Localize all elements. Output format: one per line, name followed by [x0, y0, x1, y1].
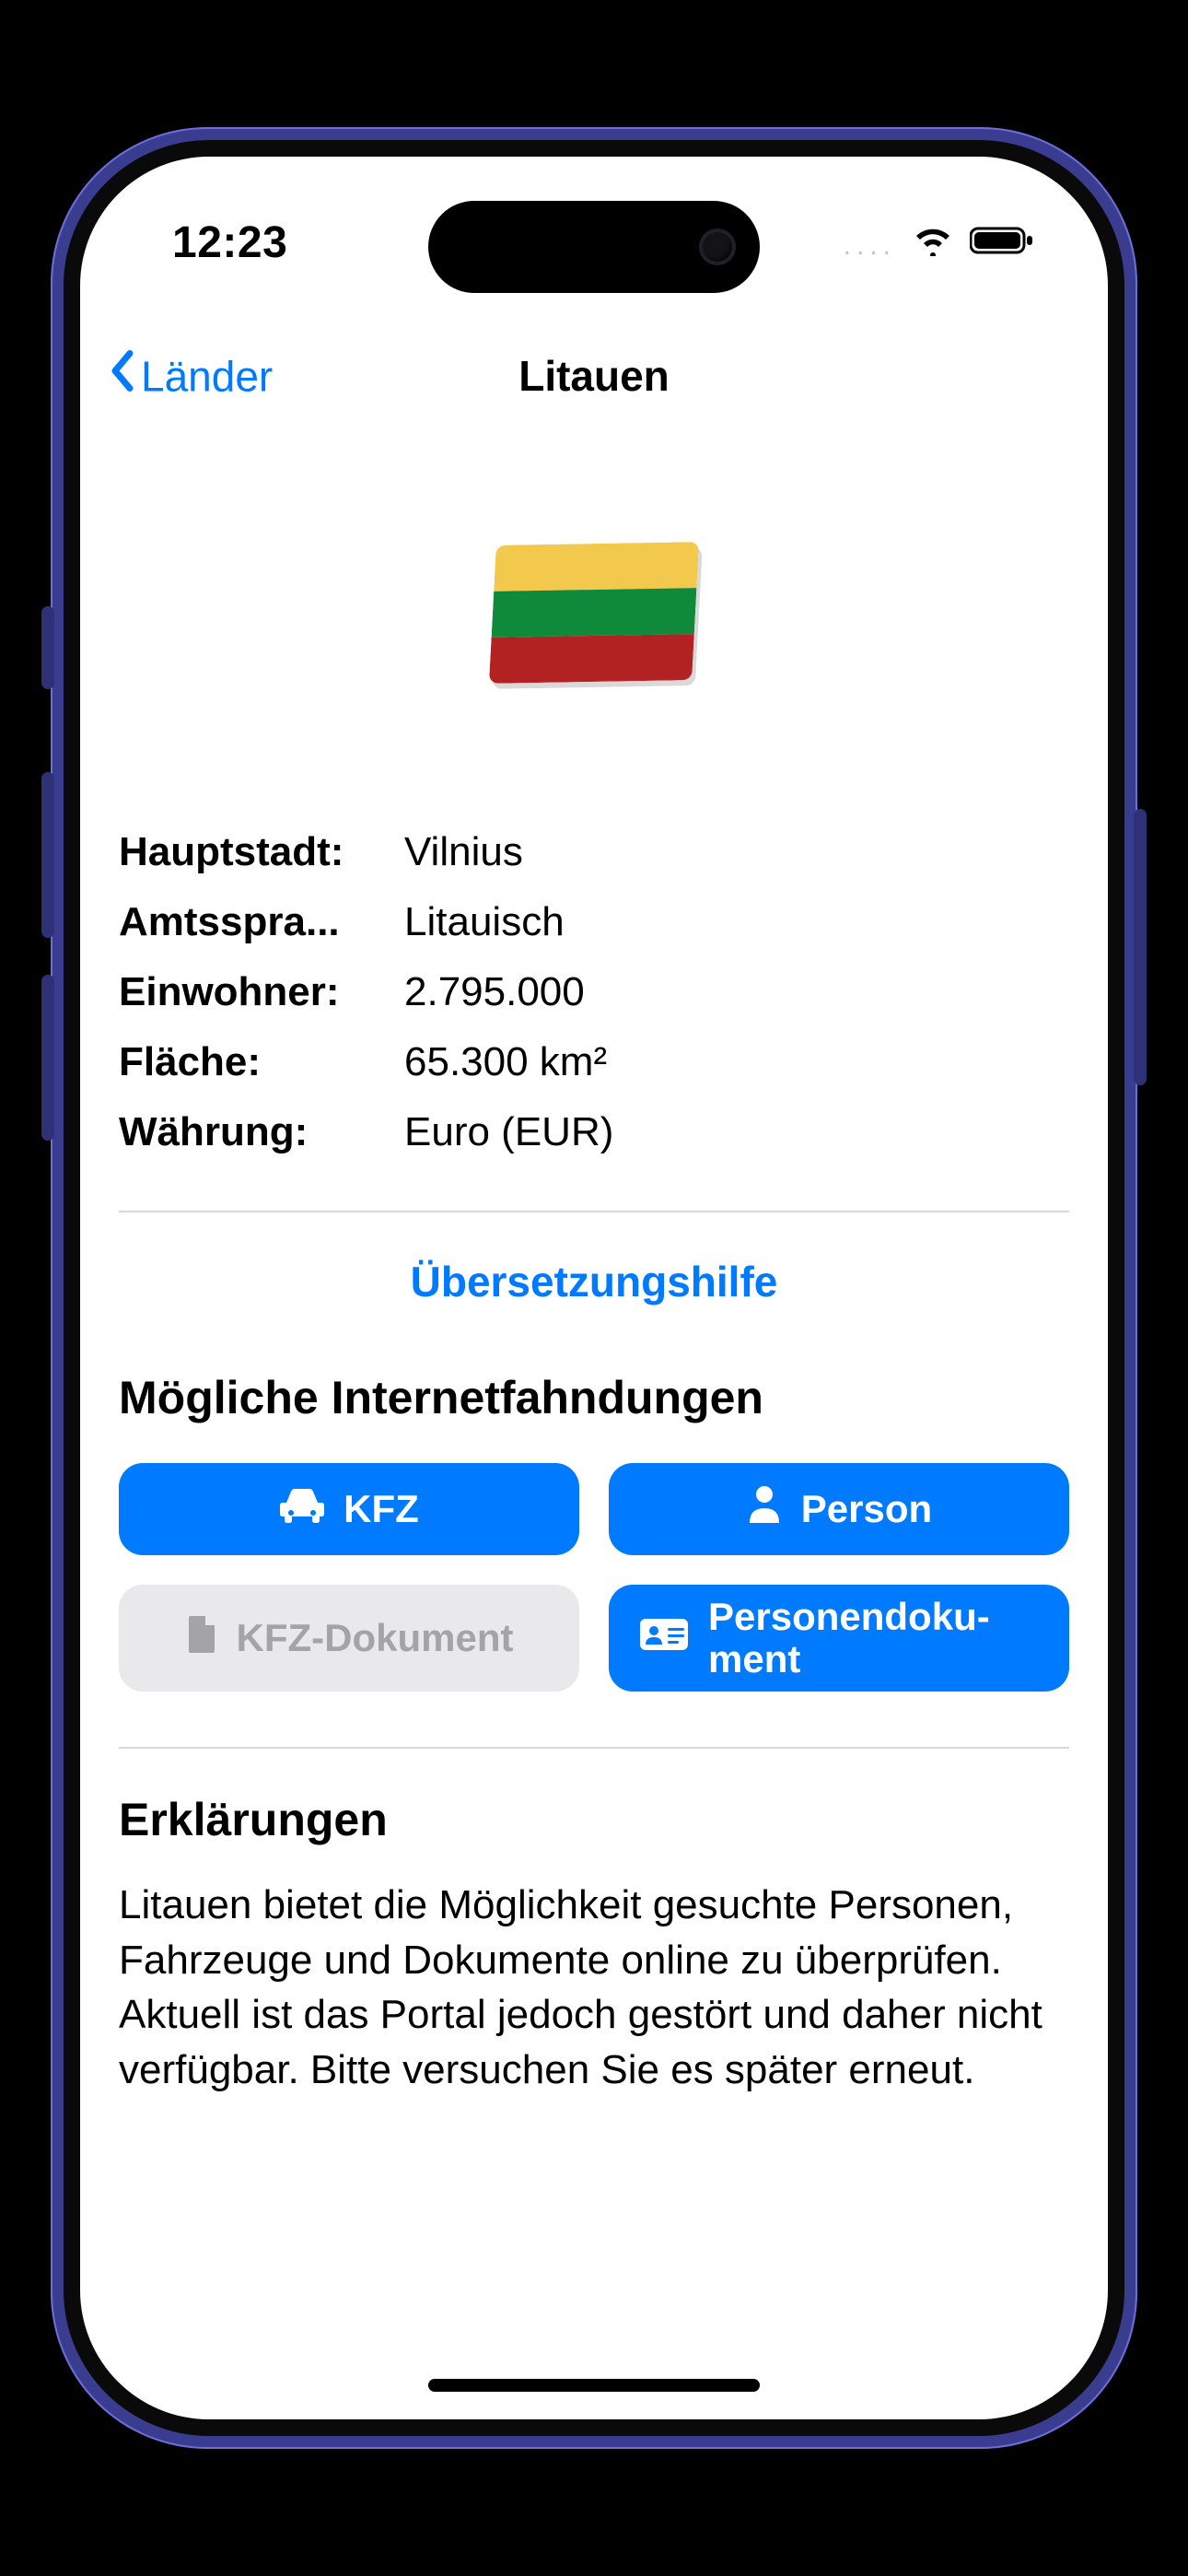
id-card-icon [638, 1615, 690, 1662]
explanations-body: Litauen bietet die Möglichkeit gesuchte … [119, 1878, 1069, 2097]
info-table: Hauptstadt: Vilnius Amtsspra... Litauisc… [119, 829, 1069, 1155]
divider [119, 1747, 1069, 1749]
info-label: Fläche: [119, 1039, 377, 1085]
volume-up-button [41, 772, 54, 938]
info-value: 65.300 km² [404, 1039, 1069, 1085]
back-button[interactable]: Länder [108, 350, 273, 403]
explanations-heading: Erklärungen [119, 1793, 1069, 1846]
battery-icon [970, 225, 1034, 261]
search-person-button[interactable]: Person [609, 1463, 1069, 1555]
search-grid: KFZ Person KFZ-Dokument [119, 1463, 1069, 1692]
button-label: Personendoku­ment [708, 1596, 1040, 1680]
phone-frame: 12:23 .... [51, 127, 1137, 2449]
translate-link[interactable]: Übersetzungshilfe [119, 1257, 1069, 1306]
power-button [1134, 809, 1147, 1085]
flag-wrap [119, 544, 1069, 682]
info-label: Amtsspra... [119, 899, 377, 945]
stage: 12:23 .... [0, 0, 1188, 2576]
page-title: Litauen [518, 351, 670, 401]
screen: 12:23 .... [80, 157, 1108, 2419]
info-label: Einwohner: [119, 969, 377, 1015]
info-value: 2.795.000 [404, 969, 1069, 1015]
info-label: Hauptstadt: [119, 829, 377, 875]
status-indicators: .... [844, 225, 1034, 261]
chevron-left-icon [108, 350, 135, 403]
country-flag [489, 542, 699, 684]
info-value: Litauisch [404, 899, 1069, 945]
status-bar: 12:23 .... [80, 192, 1108, 293]
home-indicator[interactable] [428, 2379, 760, 2392]
document-icon [185, 1614, 218, 1663]
wifi-icon [913, 225, 953, 261]
sim-dots: .... [844, 232, 896, 260]
search-kfz-button[interactable]: KFZ [119, 1463, 579, 1555]
button-label: Person [801, 1488, 932, 1530]
button-label: KFZ [344, 1488, 419, 1530]
info-label: Währung: [119, 1109, 377, 1155]
phone-bezel: 12:23 .... [64, 140, 1124, 2436]
searches-heading: Mögliche Internetfahndungen [119, 1371, 1069, 1424]
flag-stripe-2 [492, 588, 697, 638]
info-value: Vilnius [404, 829, 1069, 875]
mute-switch [41, 606, 54, 689]
car-icon [279, 1486, 325, 1531]
status-time: 12:23 [172, 217, 287, 268]
flag-stripe-1 [494, 542, 699, 591]
person-icon [746, 1484, 783, 1533]
info-value: Euro (EUR) [404, 1109, 1069, 1155]
back-label: Länder [141, 351, 273, 401]
search-person-doc-button[interactable]: Personendoku­ment [609, 1585, 1069, 1692]
navbar: Länder Litauen [80, 330, 1108, 422]
button-label: KFZ-Dokument [237, 1617, 514, 1659]
flag-stripe-3 [489, 634, 694, 684]
content[interactable]: Hauptstadt: Vilnius Amtsspra... Litauisc… [80, 433, 1108, 2318]
divider [119, 1211, 1069, 1212]
search-kfz-doc-button: KFZ-Dokument [119, 1585, 579, 1692]
volume-down-button [41, 975, 54, 1141]
